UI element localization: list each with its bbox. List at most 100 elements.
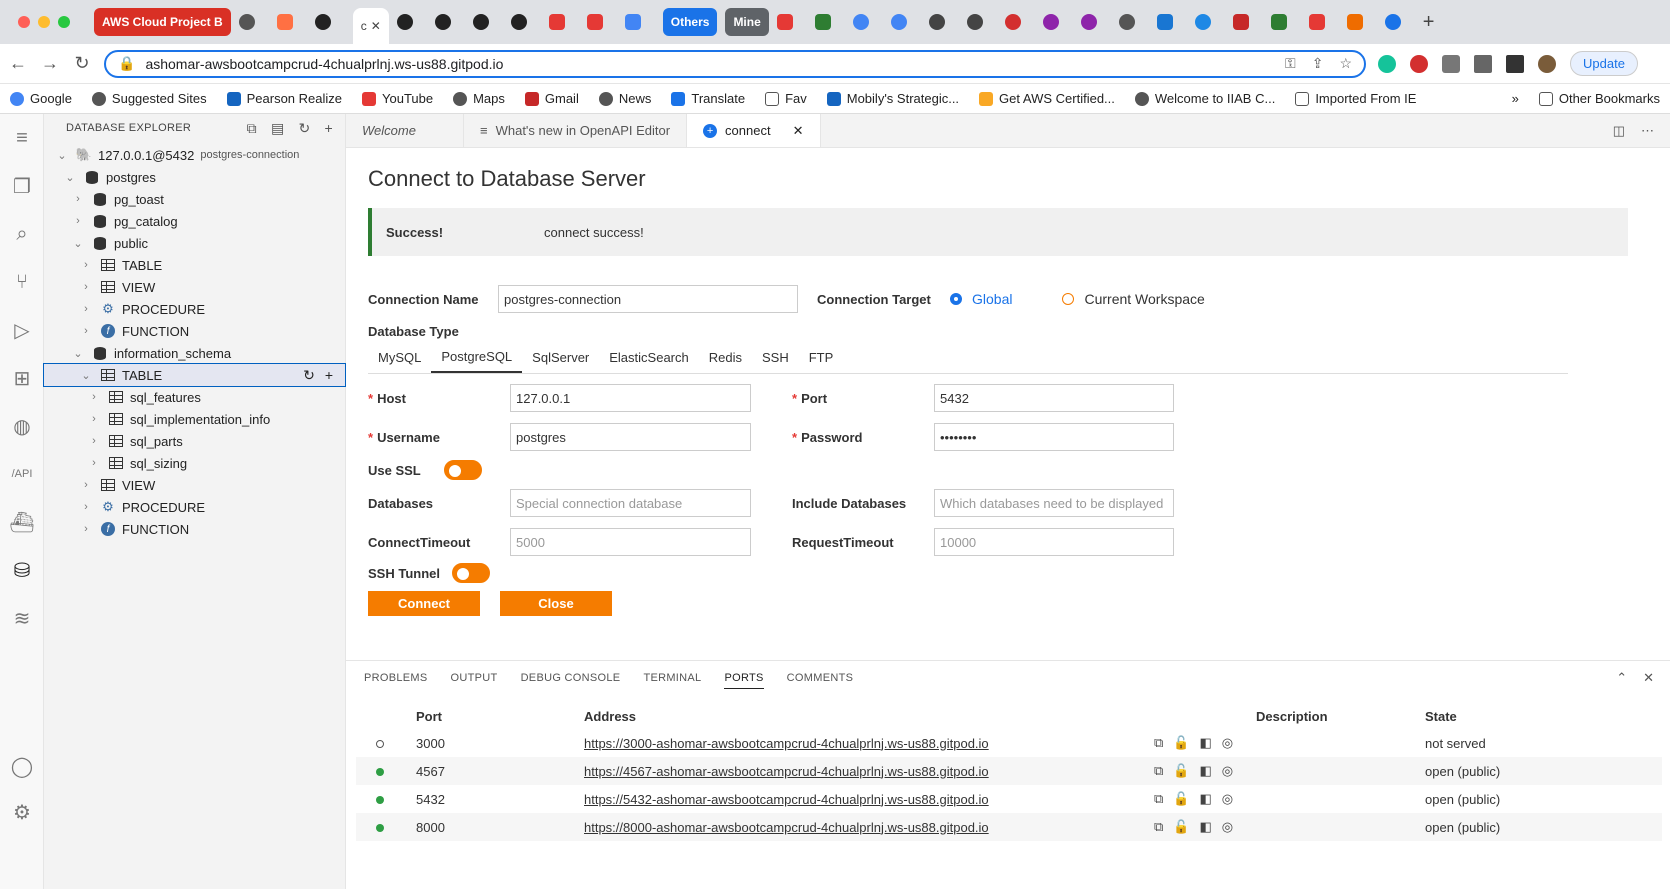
bookmark-news[interactable]: News (598, 91, 651, 106)
tab-welcome[interactable]: Welcome (346, 114, 464, 147)
connect-timeout-input[interactable]: 5000 (510, 528, 751, 556)
include-databases-input[interactable]: Which databases need to be displayed (934, 489, 1174, 517)
radio-global[interactable] (950, 293, 962, 305)
tree-item-folder[interactable]: › VIEW (44, 276, 345, 298)
host-input[interactable]: 127.0.0.1 (510, 384, 751, 412)
bookmark-suggested-sites[interactable]: Suggested Sites (91, 91, 207, 106)
ssh-tunnel-toggle[interactable] (452, 563, 490, 583)
browser-tab[interactable] (928, 8, 959, 36)
bookmark-youtube[interactable]: YouTube (362, 91, 433, 106)
bookmark-translate[interactable]: Translate (671, 91, 745, 106)
chevron-right-icon[interactable]: › (78, 523, 94, 535)
tab-mysql[interactable]: MySQL (368, 342, 431, 373)
globe-icon[interactable]: ◎ (1222, 791, 1233, 807)
split-editor-icon[interactable]: ◫ (1613, 123, 1625, 139)
browser-tab[interactable] (1194, 8, 1225, 36)
more-actions-icon[interactable]: ⋯ (1641, 123, 1654, 139)
port-address-link[interactable]: https://8000-ashomar-awsbootcampcrud-4ch… (584, 820, 1154, 835)
globe-icon[interactable]: ◎ (1222, 735, 1233, 751)
tree-item-folder[interactable]: › TABLE (44, 254, 345, 276)
use-ssl-toggle[interactable] (444, 460, 482, 480)
browser-tab[interactable] (1270, 8, 1301, 36)
tree-item-folder[interactable]: › f FUNCTION (44, 518, 345, 540)
port-address-link[interactable]: https://5432-ashomar-awsbootcampcrud-4ch… (584, 792, 1154, 807)
database-icon[interactable]: ⛁ (0, 546, 44, 594)
tab-elasticsearch[interactable]: ElasticSearch (599, 342, 698, 373)
port-input[interactable]: 5432 (934, 384, 1174, 412)
tab-ports[interactable]: PORTS (724, 668, 764, 689)
chevron-right-icon[interactable]: › (78, 259, 94, 271)
browser-tab[interactable] (434, 8, 465, 36)
new-tab-icon[interactable]: + (1423, 8, 1453, 36)
port-address-link[interactable]: https://3000-ashomar-awsbootcampcrud-4ch… (584, 736, 1154, 751)
account-icon[interactable]: ◯ (0, 742, 44, 790)
layers-icon[interactable]: ≋ (0, 594, 44, 642)
password-input[interactable]: •••••••• (934, 423, 1174, 451)
refresh-icon[interactable]: ↻ (303, 367, 315, 384)
back-icon[interactable]: ← (4, 53, 32, 74)
tab-group-aws[interactable]: AWS Cloud Project B (94, 8, 231, 36)
tree-item-table[interactable]: › sql_parts (44, 430, 345, 452)
bookmark-gmail[interactable]: Gmail (524, 91, 579, 106)
table-row[interactable]: 5432 https://5432-ashomar-awsbootcampcru… (356, 785, 1662, 813)
chevron-right-icon[interactable]: › (86, 435, 102, 447)
extensions-icon[interactable]: ⊞ (0, 354, 44, 402)
chevron-down-icon[interactable]: ⌄ (70, 237, 86, 250)
tree-item-folder[interactable]: › VIEW (44, 474, 345, 496)
chevron-right-icon[interactable]: › (78, 501, 94, 513)
source-control-icon[interactable]: ⑂ (0, 258, 44, 306)
sidepanel-icon[interactable] (1506, 54, 1524, 73)
browser-tab[interactable] (852, 8, 883, 36)
tab-comments[interactable]: COMMENTS (787, 668, 854, 688)
explorer-icon[interactable]: ❐ (0, 162, 44, 210)
preview-icon[interactable]: ◧ (1199, 735, 1211, 751)
menu-icon[interactable]: ≡ (0, 114, 44, 162)
browser-tab[interactable] (1346, 8, 1377, 36)
browser-tab[interactable] (1156, 8, 1187, 36)
close-icon[interactable]: ✕ (793, 123, 804, 139)
copy-icon[interactable]: ⧉ (1154, 819, 1163, 835)
run-debug-icon[interactable]: ▷ (0, 306, 44, 354)
copy-icon[interactable]: ⧉ (1154, 735, 1163, 751)
chevron-right-icon[interactable]: › (70, 193, 86, 205)
browser-tab[interactable] (1042, 8, 1073, 36)
bookmark-fav[interactable]: Fav (765, 91, 807, 106)
tree-item-table[interactable]: › sql_sizing (44, 452, 345, 474)
chevron-right-icon[interactable]: › (78, 325, 94, 337)
lock-icon[interactable]: 🔒 (118, 55, 135, 72)
username-input[interactable]: postgres (510, 423, 751, 451)
close-tab-icon[interactable]: ✕ (371, 19, 381, 33)
browser-tab[interactable] (1118, 8, 1149, 36)
tree-item-table[interactable]: › sql_features (44, 386, 345, 408)
tree-item-folder[interactable]: › ⚙ PROCEDURE (44, 298, 345, 320)
close-button[interactable]: Close (500, 591, 612, 616)
copy-icon[interactable]: ⧉ (1154, 791, 1163, 807)
avatar[interactable] (1538, 54, 1556, 73)
globe-icon[interactable]: ◎ (1222, 763, 1233, 779)
extension-icon[interactable] (1410, 54, 1428, 73)
browser-tab[interactable] (548, 8, 579, 36)
request-timeout-input[interactable]: 10000 (934, 528, 1174, 556)
key-icon[interactable]: ⚿ (1285, 55, 1296, 72)
lock-icon[interactable]: 🔓 (1173, 735, 1189, 751)
bookmark-maps[interactable]: Maps (453, 91, 505, 106)
close-panel-icon[interactable]: ✕ (1643, 670, 1654, 686)
bookmark-other[interactable]: Other Bookmarks (1538, 91, 1660, 106)
new-file-icon[interactable]: ▤ (271, 120, 285, 137)
browser-tab[interactable] (238, 8, 269, 36)
tab-group-others[interactable]: Others (662, 8, 718, 36)
preview-icon[interactable]: ◧ (1199, 763, 1211, 779)
refresh-icon[interactable]: ↻ (298, 120, 310, 137)
tab-ssh[interactable]: SSH (752, 342, 799, 373)
browser-tab[interactable] (1308, 8, 1339, 36)
maximize-panel-icon[interactable]: ⌃ (1616, 670, 1627, 686)
tab-group-mine[interactable]: Mine (725, 8, 769, 36)
bookmark-iiab[interactable]: Welcome to IIAB C... (1134, 91, 1275, 106)
bookmark-pearson[interactable]: Pearson Realize (226, 91, 342, 106)
chevron-right-icon[interactable]: › (86, 391, 102, 403)
bookmark-mobily[interactable]: Mobily's Strategic... (826, 91, 959, 106)
forward-icon[interactable]: → (36, 53, 64, 74)
tab-terminal[interactable]: TERMINAL (643, 668, 701, 688)
minimize-window-icon[interactable] (38, 16, 50, 28)
browser-tab-active[interactable]: c ✕ (352, 8, 389, 44)
